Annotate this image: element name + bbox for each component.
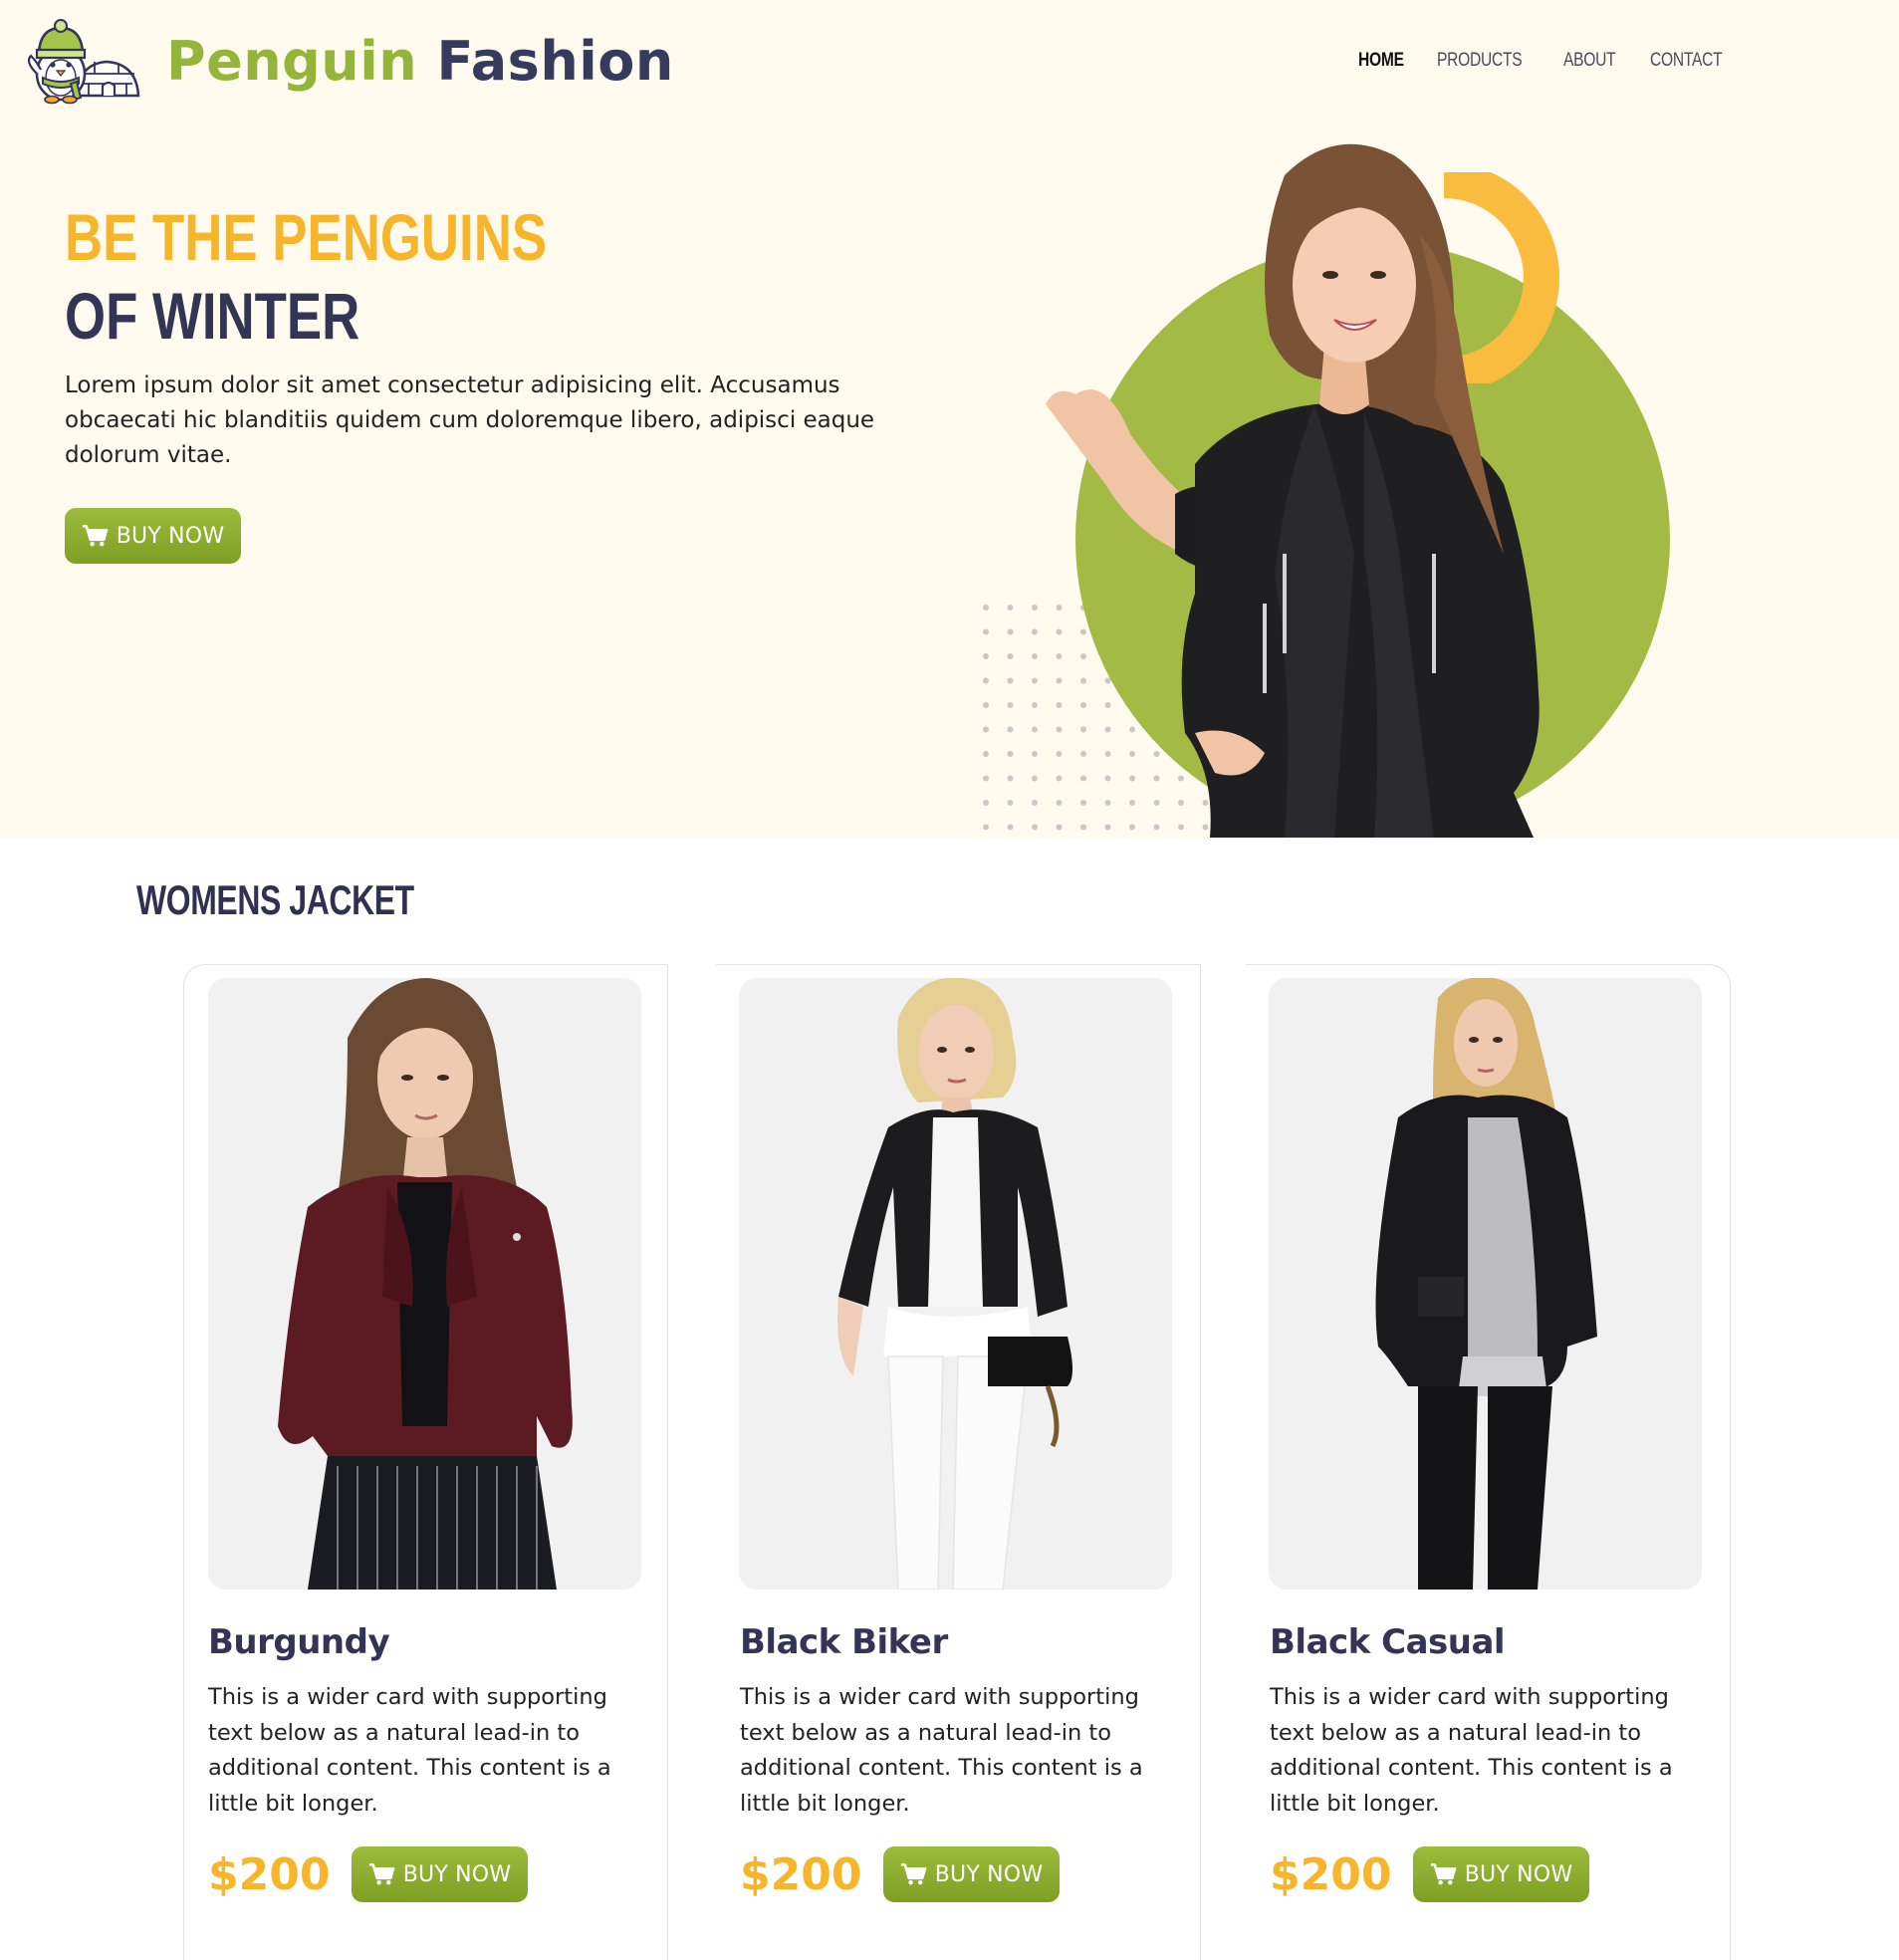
product-price: $200 — [1270, 1849, 1392, 1900]
dot — [983, 702, 989, 708]
dot — [1007, 726, 1014, 733]
dot — [1007, 702, 1014, 708]
brand-name-part1: Penguin — [166, 30, 418, 93]
dot — [983, 628, 989, 635]
nav-item-home[interactable]: HOME — [1358, 50, 1404, 72]
product-price: $200 — [740, 1849, 862, 1900]
product-title: Black Casual — [1270, 1622, 1506, 1662]
hero-headline-line1: BE THE PENGUINS — [65, 200, 548, 274]
nav-item-about[interactable]: ABOUT — [1563, 50, 1616, 72]
dot — [983, 775, 989, 782]
dot — [1007, 751, 1014, 757]
dot — [983, 653, 989, 659]
product-image[interactable] — [208, 978, 641, 1590]
product-image[interactable] — [739, 978, 1172, 1590]
buy-now-label: BUY NOW — [1464, 1861, 1573, 1887]
hero-model-image — [1046, 143, 1540, 838]
nav-item-products[interactable]: PRODUCTS — [1437, 50, 1523, 72]
product-title: Burgundy — [208, 1622, 390, 1662]
hero-headline-line2: OF WINTER — [65, 279, 360, 353]
brand-name[interactable]: Penguin Fashion — [166, 30, 674, 93]
product-card: Black Biker This is a wider card with su… — [716, 964, 1201, 1960]
cart-icon — [900, 1863, 927, 1885]
cart-icon — [82, 525, 109, 547]
hero-buy-now-label: BUY NOW — [116, 523, 225, 549]
product-card: Black Casual This is a wider card with s… — [1246, 964, 1731, 1960]
section-title: WOMENS JACKET — [136, 876, 414, 923]
product-description: This is a wider card with supporting tex… — [740, 1684, 1143, 1817]
dot — [983, 751, 989, 757]
burgundy-jacket-model-image — [208, 978, 641, 1590]
hero-section: Penguin Fashion HOME PRODUCTS ABOUT CONT… — [0, 0, 1899, 838]
black-casual-jacket-model-image — [1269, 978, 1702, 1590]
dot — [1007, 677, 1014, 684]
product-image[interactable] — [1269, 978, 1702, 1590]
buy-now-button[interactable]: BUY NOW — [352, 1846, 528, 1902]
black-biker-jacket-model-image — [739, 978, 1172, 1590]
dot — [1007, 824, 1014, 831]
main-nav: HOME PRODUCTS ABOUT CONTACT — [1358, 50, 1761, 72]
dot — [1007, 800, 1014, 806]
dot — [983, 824, 989, 831]
product-description: This is a wider card with supporting tex… — [1270, 1684, 1673, 1817]
buy-now-button[interactable]: BUY NOW — [883, 1846, 1060, 1902]
dot — [983, 726, 989, 733]
dot — [983, 677, 989, 684]
buy-now-label: BUY NOW — [934, 1861, 1044, 1887]
product-title: Black Biker — [740, 1622, 948, 1662]
hero-paragraph: Lorem ipsum dolor sit amet consectetur a… — [65, 372, 875, 468]
buy-now-button[interactable]: BUY NOW — [1413, 1846, 1589, 1902]
dot — [983, 800, 989, 806]
product-price: $200 — [208, 1849, 331, 1900]
penguin-igloo-logo-icon[interactable] — [19, 18, 142, 106]
product-card: Burgundy This is a wider card with suppo… — [183, 964, 668, 1960]
dot — [1007, 653, 1014, 659]
hero-buy-now-button[interactable]: BUY NOW — [65, 508, 241, 564]
nav-item-contact[interactable]: CONTACT — [1650, 50, 1723, 72]
cart-icon — [368, 1863, 395, 1885]
dot — [983, 605, 989, 611]
cart-icon — [1430, 1863, 1457, 1885]
product-description: This is a wider card with supporting tex… — [208, 1684, 611, 1817]
dot — [1007, 628, 1014, 635]
brand-name-part2: Fashion — [436, 30, 674, 93]
dot — [1007, 605, 1014, 611]
dot — [1007, 775, 1014, 782]
buy-now-label: BUY NOW — [402, 1861, 512, 1887]
